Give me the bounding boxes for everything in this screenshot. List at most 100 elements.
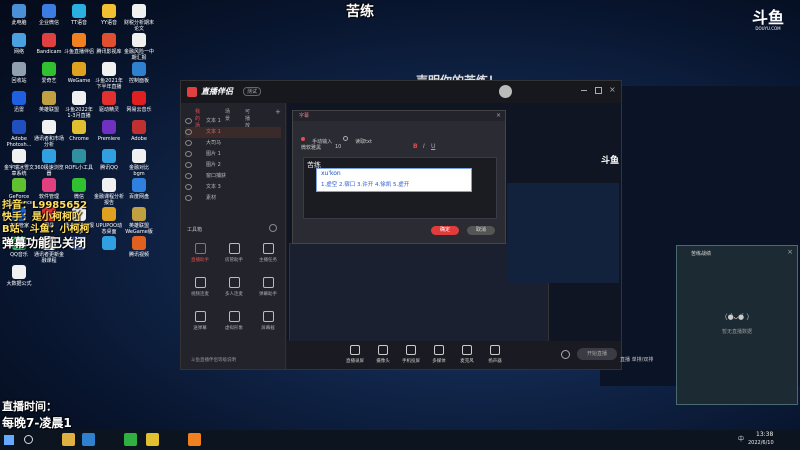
font-select[interactable]: 微软雅黑 (301, 144, 321, 151)
desktop-icon[interactable]: 控制面板 (124, 62, 154, 84)
footer-note[interactable]: 斗鱼直播伴侣等级说明 (191, 357, 236, 363)
desktop-icon[interactable]: Adobe Photosh... (4, 120, 34, 148)
bottom-tool-button[interactable]: 手机投屏 (401, 345, 421, 364)
bottom-tool-button[interactable]: 直播录屏 (345, 345, 365, 364)
desktop-icon[interactable]: 英雄联盟 (34, 91, 64, 113)
taskbar-edge-icon[interactable] (82, 433, 95, 446)
desktop-icon-label: 网易云音乐 (126, 107, 152, 113)
eye-icon[interactable] (185, 194, 192, 201)
taskbar-explorer-icon[interactable] (62, 433, 75, 446)
desktop-icon[interactable]: 斗鱼2022年1-3月直播 (64, 91, 94, 119)
tool-button[interactable]: 送弹幕 (187, 311, 213, 331)
desktop-icon[interactable]: Adobe (124, 120, 154, 142)
desktop-icon[interactable]: 金宇瑞冰雪文章系统 (4, 149, 34, 177)
italic-icon[interactable]: I (423, 143, 425, 150)
bottom-tool-button[interactable]: 摄像头 (373, 345, 393, 364)
ime-candidates[interactable]: 1.虚空 2.宿口 3.许开 4.徐凯 5.虚开 (321, 180, 409, 188)
start-live-button[interactable]: 开始直播 (577, 348, 617, 360)
tool-button[interactable]: 主播任务 (255, 243, 281, 263)
source-item[interactable]: 文本 3 (185, 182, 281, 193)
eye-icon[interactable] (185, 117, 192, 124)
app-icon (72, 33, 86, 47)
desktop-icon[interactable]: 腾讯影视库 (94, 33, 124, 55)
eye-icon[interactable] (185, 128, 192, 135)
desktop-icon[interactable] (94, 236, 124, 252)
tool-button[interactable]: 多人连麦 (221, 277, 247, 297)
bottom-tool-button[interactable]: 扬声器 (485, 345, 505, 364)
desktop-icon[interactable]: 金融课程分析报告 (94, 178, 124, 206)
desktop-icon[interactable]: 英雄联盟WeGame版 (124, 207, 154, 235)
source-item[interactable]: 大司马 (185, 138, 281, 149)
taskbar-wechat-icon[interactable] (124, 433, 137, 446)
underline-icon[interactable]: U (431, 143, 435, 150)
eye-icon[interactable] (185, 139, 192, 146)
desktop-icon[interactable]: 斗鱼2021年下半年直播 (94, 62, 124, 90)
desktop-icon[interactable]: 网络 (4, 33, 34, 55)
toolbox-settings-icon[interactable] (269, 224, 277, 232)
desktop-icon[interactable]: Bandicam (34, 33, 64, 55)
taskbar-chrome-icon[interactable] (146, 433, 159, 446)
desktop-icon[interactable]: ROFL小工具 (64, 149, 94, 171)
desktop-icon[interactable]: 360极速浏览器 (34, 149, 64, 177)
desktop-icon[interactable]: 腾讯QQ (94, 149, 124, 171)
source-item[interactable]: 图片 2 (185, 160, 281, 171)
avatar[interactable] (499, 85, 512, 98)
source-item[interactable]: 文本 1 (185, 116, 281, 127)
desktop-icon[interactable]: 财税分析期末论文 (124, 4, 154, 32)
desktop-icon[interactable]: 金融风险一中期汇报 (124, 33, 154, 61)
desktop-icon[interactable]: 金融对比bgm (124, 149, 154, 177)
source-item[interactable]: 文本 1 (185, 127, 281, 138)
tool-button[interactable]: 弹幕助手 (255, 277, 281, 297)
app-icon (12, 265, 26, 279)
search-icon[interactable] (24, 435, 33, 444)
desktop-icon[interactable]: 腾讯视频 (124, 236, 154, 258)
desktop-icon[interactable]: YY语音 (94, 4, 124, 26)
bottom-tool-button[interactable]: 多媒体 (429, 345, 449, 364)
desktop-icon[interactable]: WeGame (64, 62, 94, 84)
bold-icon[interactable]: B (413, 143, 418, 150)
desktop-icon[interactable]: UPUPOO动态桌面 (94, 207, 124, 235)
cancel-button[interactable]: 取消 (467, 226, 495, 235)
taskbar-douyu-icon[interactable] (188, 433, 201, 446)
desktop-icon[interactable]: 此电脑 (4, 4, 34, 26)
tool-button[interactable]: 屏幕截 (255, 311, 281, 331)
tool-button[interactable]: 视频连麦 (187, 277, 213, 297)
desktop-icon[interactable]: Chrome (64, 120, 94, 142)
font-size-select[interactable]: 10 (335, 144, 341, 150)
desktop-icon[interactable]: 爱奇艺 (34, 62, 64, 84)
tool-button[interactable]: 虚拟形象 (221, 311, 247, 331)
source-item[interactable]: 窗口捕获 (185, 171, 281, 182)
close-icon[interactable]: × (609, 85, 616, 94)
maximize-icon[interactable] (595, 87, 602, 94)
desktop-icon[interactable]: 回收站 (4, 62, 34, 84)
desktop-icon[interactable]: 大数据公式 (4, 265, 34, 287)
eye-icon[interactable] (185, 172, 192, 179)
tool-button[interactable]: 房管助手 (221, 243, 247, 263)
settings-icon[interactable] (561, 350, 570, 359)
add-scene-icon[interactable]: + (275, 108, 281, 116)
desktop-icon[interactable]: 百度网盘 (124, 178, 154, 200)
tool-button[interactable]: 直播助手 (187, 243, 213, 263)
input-language[interactable]: 中 (738, 434, 744, 443)
desktop-icon[interactable]: 通讯者和市场分析 (34, 120, 64, 148)
bottom-tool-button[interactable]: 麦克风 (457, 345, 477, 364)
eye-icon[interactable] (185, 150, 192, 157)
desktop-icon[interactable]: TT语音 (64, 4, 94, 26)
dialog-close-icon[interactable]: × (496, 112, 501, 119)
eye-icon[interactable] (185, 183, 192, 190)
confirm-button[interactable]: 确定 (431, 226, 459, 235)
desktop-icon[interactable]: 企业微信 (34, 4, 64, 26)
desktop-icon[interactable]: 迅雷 (4, 91, 34, 113)
source-item[interactable]: 图片 1 (185, 149, 281, 160)
desktop-icon[interactable]: 斗鱼直播伴侣 (64, 33, 94, 55)
eye-icon[interactable] (185, 161, 192, 168)
clock-date[interactable]: 2022/6/10 (748, 440, 774, 446)
desktop-icon[interactable]: 网易云音乐 (124, 91, 154, 113)
desktop-icon[interactable]: Premiere (94, 120, 124, 142)
source-item[interactable]: 素材 (185, 193, 281, 204)
desktop-icon[interactable]: 驱动精灵 (94, 91, 124, 113)
minimize-icon[interactable] (581, 90, 587, 91)
start-icon[interactable] (4, 435, 14, 445)
stats-panel-close-icon[interactable]: × (787, 248, 793, 256)
clock-time[interactable]: 13:38 (756, 431, 773, 438)
